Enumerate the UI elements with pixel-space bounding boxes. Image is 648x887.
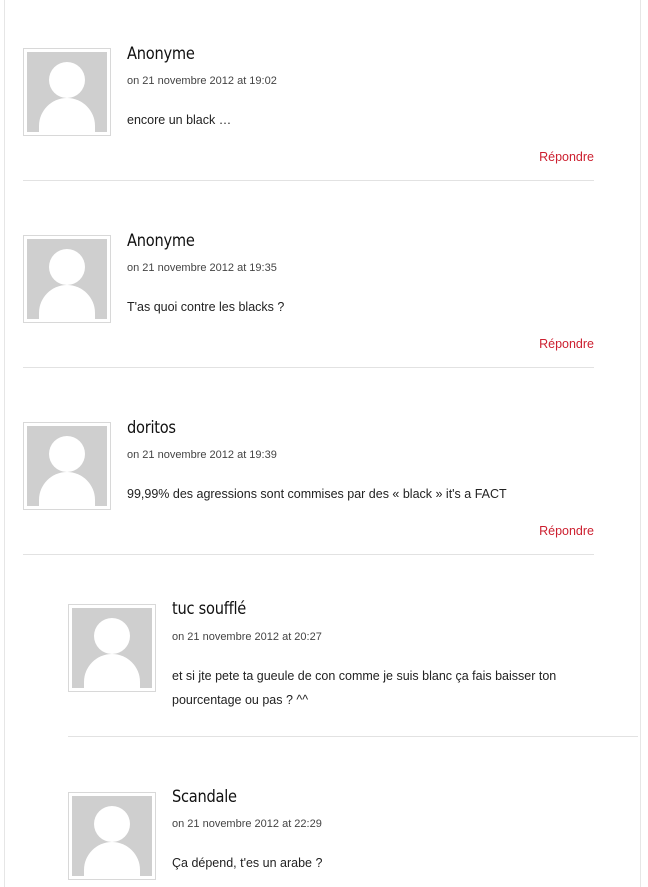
- comment-text: 99,99% des agressions sont commises par …: [127, 487, 507, 501]
- avatar: [23, 422, 111, 510]
- avatar: [68, 792, 156, 880]
- default-user-icon: [72, 796, 152, 876]
- avatar: [23, 48, 111, 136]
- comment-divider: [23, 180, 594, 181]
- comment-date[interactable]: on 21 novembre 2012 at 19:02: [127, 75, 277, 87]
- comment-text: T'as quoi contre les blacks ?: [127, 300, 285, 314]
- comment-divider: [23, 367, 594, 368]
- avatar: [68, 604, 156, 692]
- comment-author[interactable]: Anonyme: [127, 44, 195, 64]
- comment-text: et si jte pete ta gueule de con comme je…: [172, 669, 557, 707]
- comment-author[interactable]: Anonyme: [127, 231, 195, 251]
- comment-date[interactable]: on 21 novembre 2012 at 19:35: [127, 262, 277, 274]
- default-user-icon: [27, 239, 107, 319]
- default-user-icon: [27, 52, 107, 132]
- default-user-icon: [72, 608, 152, 688]
- comment-date[interactable]: on 21 novembre 2012 at 22:29: [172, 818, 322, 830]
- reply-link[interactable]: Répondre: [500, 524, 594, 538]
- comment-text: Ça dépend, t'es un arabe ?: [172, 856, 323, 870]
- comment-date[interactable]: on 21 novembre 2012 at 19:39: [127, 449, 277, 461]
- default-user-icon: [27, 426, 107, 506]
- comment-divider: [23, 554, 594, 555]
- avatar: [23, 235, 111, 323]
- comment-text: encore un black …: [127, 113, 232, 127]
- comment-author[interactable]: Scandale: [172, 787, 237, 807]
- comment-author[interactable]: doritos: [127, 418, 176, 438]
- comment-date[interactable]: on 21 novembre 2012 at 20:27: [172, 631, 322, 643]
- comment-divider: [68, 736, 638, 737]
- reply-link[interactable]: Répondre: [500, 337, 594, 351]
- reply-link[interactable]: Répondre: [500, 150, 594, 164]
- comment-author[interactable]: tuc soufflé: [172, 599, 246, 619]
